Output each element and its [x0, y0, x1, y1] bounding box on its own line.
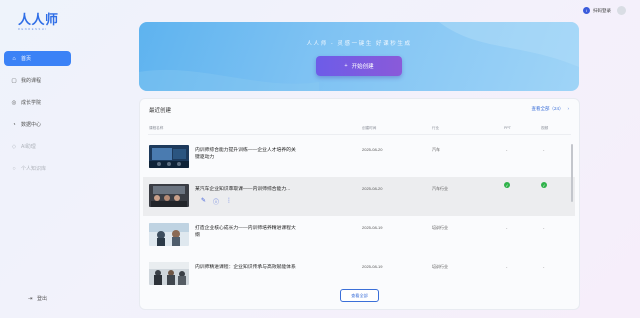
video-status: -: [543, 147, 545, 152]
recent-panel: 最近创建 查看全部（24） › 课程名称 创建时间 行业 PPT 视频 内训师综…: [139, 98, 580, 310]
video-status: -: [543, 225, 545, 230]
industry: 培训行业: [432, 264, 448, 269]
course-thumbnail: [149, 223, 189, 246]
course-thumbnail: [149, 145, 189, 168]
scrollbar[interactable]: [571, 144, 573, 202]
header-divider: [148, 134, 571, 135]
table-row[interactable]: 某汽车企业知识萃取课——内训师综合能力... ✎ ⓘ ⋮ 2025-08-20 …: [143, 177, 575, 216]
course-title: 内训师精进课程：企业知识传承与高效赋能体系: [195, 265, 296, 270]
ppt-status: -: [506, 147, 508, 152]
ppt-done-icon: ✓: [504, 182, 510, 188]
book-icon: ▢: [11, 77, 17, 84]
sidebar-item-data[interactable]: ◔ 数据中心: [4, 117, 71, 132]
video-done-icon: ✓: [541, 182, 547, 188]
avatar[interactable]: [617, 6, 626, 15]
sidebar-item-label: AI助理: [21, 144, 36, 150]
start-create-label: 开始创建: [351, 64, 374, 70]
sidebar-item-label: 个人知识库: [21, 166, 47, 172]
sidebar-item-knowledge[interactable]: ○ 个人知识库: [4, 161, 71, 176]
sidebar-item-ai[interactable]: ◇ AI助理: [4, 139, 71, 154]
ai-icon: ◇: [11, 143, 17, 150]
course-title: 打造企业核心成长力——内训师培养精进课程大纲: [195, 226, 296, 238]
column-header-name: 课程名称: [149, 126, 164, 130]
course-thumbnail: [149, 262, 189, 285]
knowledge-icon: ○: [12, 165, 16, 172]
view-all-link-label: 查看全部（24）: [531, 106, 564, 111]
sidebar-item-label: 我的课程: [21, 78, 42, 84]
sidebar: 人人师 RENRENSHI ⌂ 首页 ▢ 我的课程 ◎ 成长学院 ◔ 数据中心 …: [0, 0, 80, 318]
course-title: 某汽车企业知识萃取课——内训师综合能力...: [195, 187, 291, 192]
growth-icon: ◎: [11, 99, 17, 106]
sidebar-item-label: 首页: [21, 56, 32, 62]
logout-button[interactable]: ⇥ 登出: [26, 295, 48, 303]
recent-title: 最近创建: [149, 108, 172, 114]
more-icon[interactable]: ⋮: [226, 197, 232, 206]
video-status: -: [543, 264, 545, 269]
scan-login-button[interactable]: i 扫码登录: [583, 7, 611, 14]
column-header-ppt: PPT: [504, 126, 511, 130]
scan-login-label: 扫码登录: [593, 7, 611, 13]
logo-text: 人人师: [18, 13, 59, 28]
data-icon: ◔: [12, 121, 16, 128]
course-thumbnail: [149, 184, 189, 207]
home-icon: ⌂: [12, 55, 16, 62]
sidebar-item-my-courses[interactable]: ▢ 我的课程: [4, 73, 71, 88]
column-header-industry: 行业: [432, 126, 440, 130]
created-date: 2025-08-20: [362, 186, 383, 191]
created-date: 2025-08-19: [362, 264, 383, 269]
column-header-video: 视频: [541, 126, 549, 130]
logout-icon: ⇥: [27, 295, 33, 302]
ppt-status: -: [506, 264, 508, 269]
sidebar-item-label: 成长学院: [21, 100, 42, 106]
ppt-status: -: [506, 225, 508, 230]
created-date: 2025-08-20: [362, 147, 383, 152]
sidebar-item-growth[interactable]: ◎ 成长学院: [4, 95, 71, 110]
login-icon: i: [583, 7, 590, 14]
banner-slogan: 人人师 - 灵感一键生 好课秒生成: [306, 41, 412, 47]
industry: 汽车: [432, 147, 440, 152]
view-all-link[interactable]: 查看全部（24） ›: [531, 106, 569, 112]
sidebar-nav: ⌂ 首页 ▢ 我的课程 ◎ 成长学院 ◔ 数据中心 ◇ AI助理 ○ 个人知识库: [4, 51, 71, 183]
hero-banner: 人人师 - 灵感一键生 好课秒生成 + 开始创建: [139, 22, 579, 91]
edit-icon[interactable]: ✎: [201, 197, 206, 206]
created-date: 2025-08-19: [362, 225, 383, 230]
table-row[interactable]: 内训师综合能力提升训练——企业人才培养的关键驱动力 2025-08-20 汽车 …: [143, 138, 575, 177]
info-icon[interactable]: ⓘ: [213, 197, 219, 206]
logout-label: 登出: [37, 296, 48, 302]
course-title: 内训师综合能力提升训练——企业人才培养的关键驱动力: [195, 148, 296, 160]
industry: 培训行业: [432, 225, 448, 230]
start-create-button[interactable]: + 开始创建: [316, 56, 402, 76]
sidebar-item-label: 数据中心: [21, 122, 42, 128]
view-all-button[interactable]: 查看全部: [340, 289, 379, 302]
logo-tagline: RENRENSHI: [18, 28, 48, 31]
chevron-right-icon: ›: [567, 106, 570, 111]
industry: 汽车行业: [432, 186, 448, 191]
sidebar-item-home[interactable]: ⌂ 首页: [4, 51, 71, 66]
logo[interactable]: 人人师 RENRENSHI: [18, 9, 59, 31]
table-row[interactable]: 打造企业核心成长力——内训师培养精进课程大纲 2025-08-19 培训行业 -…: [143, 216, 575, 255]
topbar: i 扫码登录: [583, 6, 626, 15]
row-actions: ✎ ⓘ ⋮: [201, 197, 232, 206]
plus-icon: +: [344, 63, 348, 69]
column-header-date: 创建时间: [362, 126, 377, 130]
